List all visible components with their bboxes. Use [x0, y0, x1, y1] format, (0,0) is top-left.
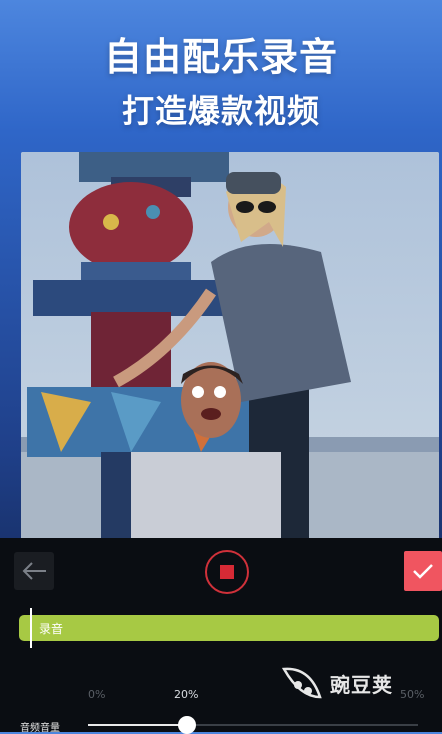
- video-frame-image: [21, 152, 439, 540]
- back-button[interactable]: [14, 552, 54, 590]
- checkmark-icon: [413, 564, 433, 579]
- recording-track[interactable]: 录音: [19, 615, 439, 641]
- video-preview[interactable]: [21, 152, 439, 540]
- volume-slider-thumb[interactable]: [178, 716, 196, 734]
- promo-subtitle: 打造爆款视频: [121, 92, 320, 130]
- volume-preset-0[interactable]: 0%: [88, 688, 105, 701]
- stop-record-icon: [220, 565, 234, 579]
- pea-pod-logo-icon: [281, 667, 322, 699]
- volume-preset-20[interactable]: 20%: [174, 688, 198, 701]
- stop-record-button[interactable]: [205, 550, 249, 594]
- promo-title: 自由配乐录音: [103, 35, 338, 79]
- back-arrow-icon: [22, 562, 46, 580]
- promo-header: 自由配乐录音 打造爆款视频: [0, 0, 442, 150]
- playhead[interactable]: [30, 608, 32, 648]
- watermark: 豌豆荚: [280, 658, 430, 708]
- confirm-button[interactable]: [404, 551, 442, 591]
- track-label: 录音: [39, 622, 64, 636]
- watermark-brand: 豌豆荚: [330, 672, 393, 697]
- volume-slider-fill: [88, 724, 187, 726]
- volume-slider[interactable]: [88, 716, 418, 734]
